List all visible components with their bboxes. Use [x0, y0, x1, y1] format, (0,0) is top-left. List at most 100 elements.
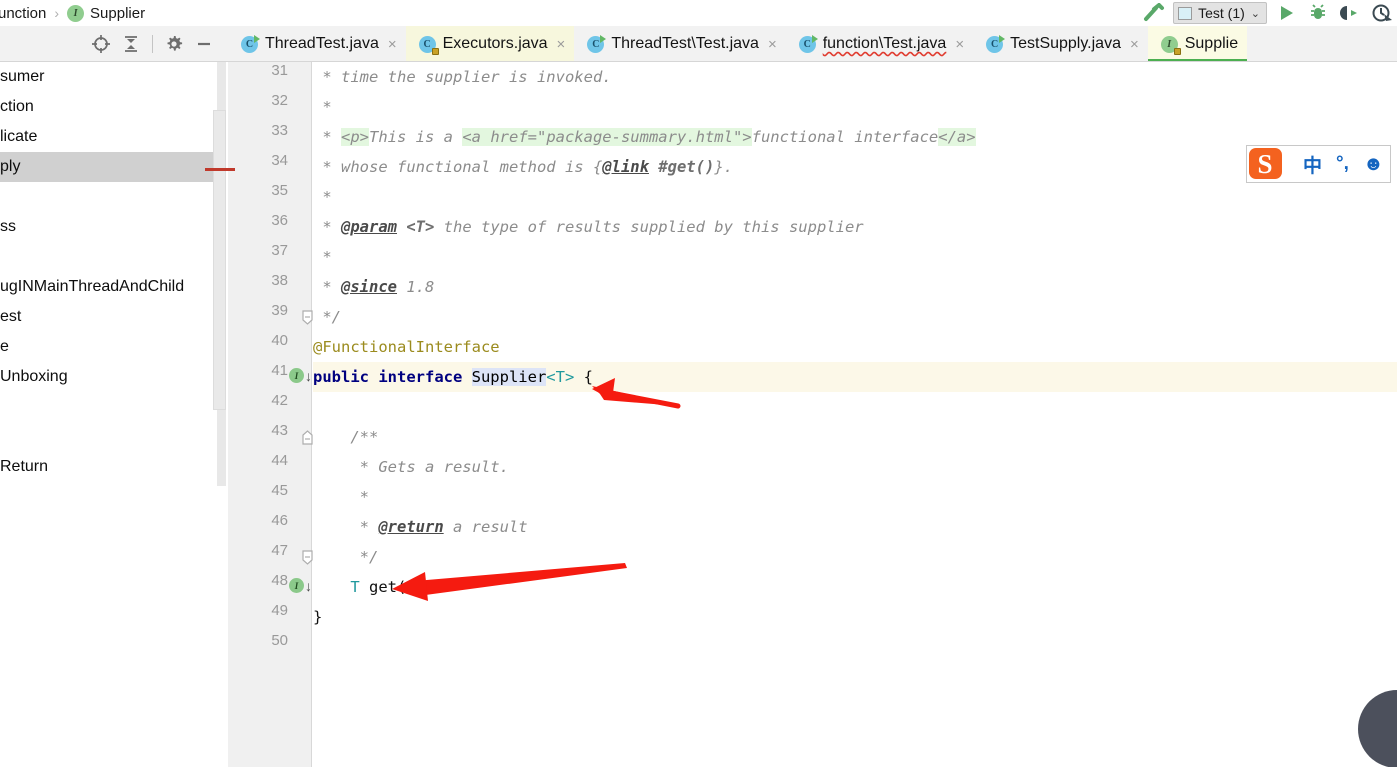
- breadcrumb-separator-icon: ›: [54, 5, 60, 21]
- code-line[interactable]: 32 *: [271, 92, 1397, 122]
- build-hammer-icon[interactable]: [1141, 1, 1167, 25]
- list-item[interactable]: Unboxing: [0, 362, 215, 392]
- code-line[interactable]: 37 *: [271, 242, 1397, 272]
- line-number: 41: [271, 362, 288, 379]
- hide-panel-icon[interactable]: [190, 31, 218, 57]
- code-line[interactable]: 47 */: [271, 542, 1397, 572]
- code-line[interactable]: 43 /**: [271, 422, 1397, 452]
- tree-item-label: sumer: [0, 68, 45, 85]
- ime-emoji-button[interactable]: ☻: [1363, 153, 1384, 176]
- list-item[interactable]: ugINMainThreadAndChild: [0, 272, 215, 302]
- tree-item-label: e: [0, 338, 9, 355]
- list-item[interactable]: Return: [0, 452, 215, 482]
- list-item[interactable]: est: [0, 302, 215, 332]
- line-number: 43: [271, 422, 288, 439]
- list-item[interactable]: ction: [0, 92, 215, 122]
- tab-label: Executors.java: [442, 35, 548, 52]
- tree-item-label: ss: [0, 218, 16, 235]
- close-icon[interactable]: ×: [953, 37, 964, 52]
- line-number: 35: [271, 182, 288, 199]
- error-stripe-marker[interactable]: [205, 168, 235, 171]
- breadcrumb-current-item[interactable]: I Supplier: [67, 4, 145, 22]
- list-item-selected[interactable]: ply: [0, 152, 215, 182]
- tree-item-label: est: [0, 308, 22, 325]
- ide-window: unction › I Supplier Test (1) ⌄ sumer ct…: [0, 0, 1397, 767]
- sogou-logo-icon[interactable]: S: [1245, 145, 1289, 183]
- tab-label: function\Test.java: [822, 35, 947, 52]
- debug-icon[interactable]: [1305, 1, 1331, 25]
- line-number: 47: [271, 542, 288, 559]
- code-line[interactable]: 48 I ↓ T get();: [271, 572, 1397, 602]
- editor-tab-bar: ThreadTest.java × Executors.java × Threa…: [228, 26, 1397, 62]
- settings-gear-icon[interactable]: [160, 31, 188, 57]
- profiler-icon[interactable]: [1369, 1, 1395, 25]
- line-number: 36: [271, 212, 288, 229]
- tab-executors-java[interactable]: Executors.java ×: [405, 26, 575, 61]
- list-item[interactable]: [0, 182, 215, 212]
- tab-label: ThreadTest\Test.java: [611, 35, 759, 52]
- list-item[interactable]: sumer: [0, 62, 215, 92]
- sogou-ime-bar[interactable]: S 中 °, ☻: [1246, 145, 1391, 183]
- code-line[interactable]: 39 */: [271, 302, 1397, 332]
- tab-label: ThreadTest.java: [265, 35, 379, 52]
- code-line[interactable]: 42: [271, 392, 1397, 422]
- run-icon[interactable]: [1273, 1, 1299, 25]
- collapse-all-icon[interactable]: [117, 31, 145, 57]
- list-item[interactable]: [0, 392, 215, 422]
- close-icon[interactable]: ×: [386, 37, 397, 52]
- tab-supplier-java[interactable]: Supplie: [1147, 26, 1248, 61]
- run-configuration-selector[interactable]: Test (1) ⌄: [1173, 2, 1267, 24]
- tree-item-label: licate: [0, 128, 38, 145]
- run-toolbar: Test (1) ⌄: [1141, 0, 1397, 26]
- code-line[interactable]: 35 *: [271, 182, 1397, 212]
- code-line[interactable]: 40 @FunctionalInterface: [271, 332, 1397, 362]
- code-line[interactable]: 45 *: [271, 482, 1397, 512]
- project-tree: sumer ction licate ply ss ugINMainThread…: [0, 62, 215, 482]
- java-class-runnable-icon: [986, 34, 1006, 53]
- run-with-coverage-icon[interactable]: [1337, 1, 1363, 25]
- code-line[interactable]: 46 * @return a result: [271, 512, 1397, 542]
- breadcrumb-parent[interactable]: unction: [0, 5, 46, 22]
- line-number: 34: [271, 152, 288, 169]
- code-line[interactable]: 36 * @param <T> the type of results supp…: [271, 212, 1397, 242]
- code-line[interactable]: 44 * Gets a result.: [271, 452, 1397, 482]
- java-interface-readonly-icon: [1160, 35, 1181, 55]
- close-icon[interactable]: ×: [766, 37, 777, 52]
- code-line[interactable]: 33 * <p>This is a <a href="package-summa…: [271, 122, 1397, 152]
- line-number: 48: [271, 572, 288, 589]
- list-item[interactable]: e: [0, 332, 215, 362]
- line-number: 49: [271, 602, 288, 619]
- code-text: *: [313, 98, 332, 116]
- close-icon[interactable]: ×: [555, 37, 566, 52]
- line-number: 40: [271, 332, 288, 349]
- editor-scrollbar[interactable]: [213, 110, 226, 410]
- list-item[interactable]: licate: [0, 122, 215, 152]
- code-line[interactable]: 31 * time the supplier is invoked.: [271, 62, 1397, 92]
- java-class-readonly-icon: [418, 35, 439, 55]
- close-icon[interactable]: ×: [1128, 37, 1139, 52]
- code-line[interactable]: 49 }: [271, 602, 1397, 632]
- editor-text-area[interactable]: 31 * time the supplier is invoked. 32 * …: [271, 62, 1397, 767]
- list-item[interactable]: ss: [0, 212, 215, 242]
- code-line[interactable]: 38 * @since 1.8: [271, 272, 1397, 302]
- code-line-current[interactable]: 41 I ↓ public interface Supplier<T> {: [271, 362, 1397, 392]
- tab-threadtest-test-java[interactable]: ThreadTest\Test.java ×: [574, 26, 785, 61]
- interface-implemented-icon[interactable]: I ↓: [289, 368, 312, 385]
- tab-threadtest-java[interactable]: ThreadTest.java ×: [228, 26, 406, 61]
- list-item[interactable]: [0, 242, 215, 272]
- ime-language-mode-button[interactable]: 中: [1303, 151, 1322, 178]
- code-line[interactable]: 50: [271, 632, 1397, 662]
- java-class-runnable-icon: [587, 34, 607, 53]
- code-line[interactable]: 34 * whose functional method is {@link #…: [271, 152, 1397, 182]
- chevron-down-icon[interactable]: ⌄: [1251, 7, 1260, 20]
- method-implemented-icon[interactable]: I ↓: [289, 578, 312, 595]
- code-text: * time the supplier is invoked.: [313, 68, 612, 86]
- tab-testsupply-java[interactable]: TestSupply.java ×: [973, 26, 1148, 61]
- line-number: 44: [271, 452, 288, 469]
- tab-function-test-java[interactable]: function\Test.java ×: [786, 26, 973, 61]
- ime-punctuation-button[interactable]: °,: [1336, 153, 1349, 175]
- code-editor[interactable]: 31 * time the supplier is invoked. 32 * …: [228, 62, 1397, 767]
- tree-item-label: Return: [0, 458, 49, 475]
- list-item[interactable]: [0, 422, 215, 452]
- locate-target-icon[interactable]: [87, 31, 115, 57]
